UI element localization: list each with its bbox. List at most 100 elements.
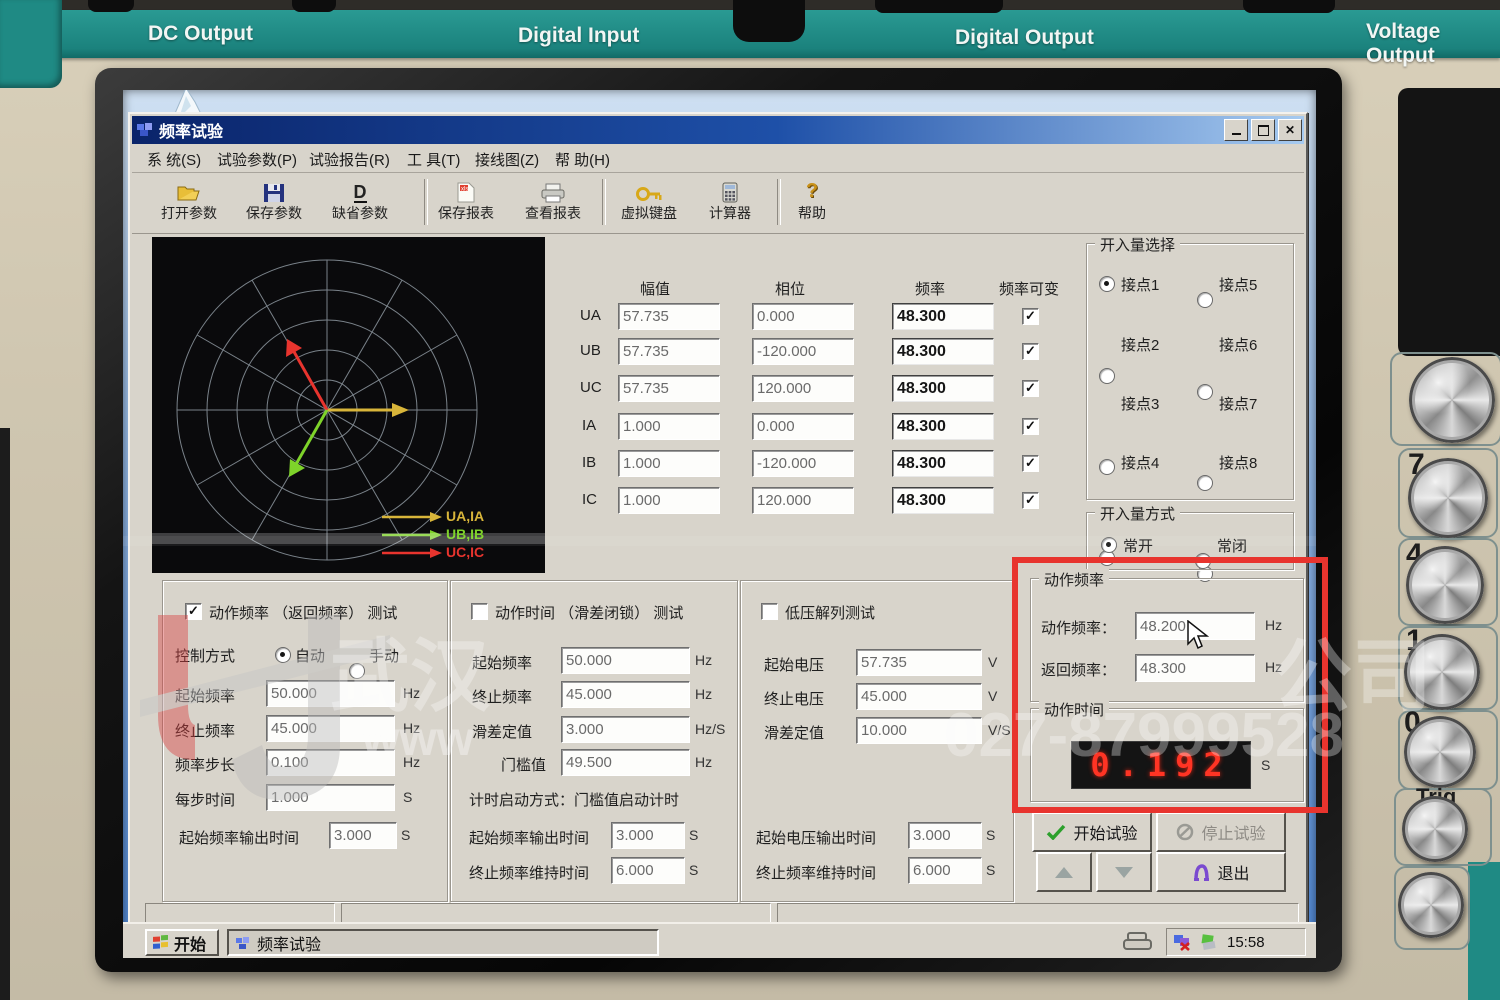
radio-contact-5[interactable] — [1197, 292, 1213, 308]
phase-field[interactable]: -120.000 — [752, 450, 854, 477]
menu-wiring-diagram[interactable]: 接线图(Z) — [475, 149, 539, 170]
threshold-field[interactable]: 49.500 — [561, 749, 690, 776]
phase-field[interactable]: 120.000 — [752, 375, 854, 402]
stop-test-button[interactable]: 停止试验 — [1156, 812, 1286, 852]
virtual-keyboard-button[interactable]: 虚拟键盘 — [611, 177, 687, 223]
phase-field[interactable]: 0.000 — [752, 303, 854, 330]
end-freq-field[interactable]: 45.000 — [266, 715, 395, 742]
radio-label-contact-7[interactable]: 接点7 — [1219, 393, 1257, 414]
frequency-field[interactable]: 48.300 — [892, 303, 994, 330]
frequency-field[interactable]: 48.300 — [892, 487, 994, 514]
close-button[interactable]: ✕ — [1278, 119, 1302, 141]
radio-label-contact-4[interactable]: 接点4 — [1121, 452, 1159, 473]
freq-variable-checkbox[interactable] — [1022, 380, 1039, 397]
open-params-button[interactable]: 打开参数 — [151, 177, 227, 223]
amplitude-field[interactable]: 57.735 — [618, 303, 720, 330]
clock[interactable]: 15:58 — [1227, 934, 1265, 951]
start-freq-output-time-field[interactable]: 3.000 — [611, 822, 685, 849]
radio-contact-7[interactable] — [1197, 475, 1213, 491]
menu-system[interactable]: 系 统(S) — [147, 149, 201, 170]
radio-normally-closed[interactable] — [1195, 553, 1211, 569]
radio-contact-1[interactable] — [1099, 276, 1115, 292]
start-voltage-output-time-field[interactable]: 3.000 — [908, 822, 982, 849]
scroll-up-button[interactable] — [1036, 852, 1092, 892]
radio-label-normally-open[interactable]: 常开 — [1123, 535, 1153, 556]
end-freq-hold-time-field[interactable]: 6.000 — [908, 857, 982, 884]
printer-tray-icon[interactable] — [1121, 931, 1155, 955]
frequency-field[interactable]: 48.300 — [892, 450, 994, 477]
exit-button[interactable]: 退出 — [1156, 852, 1286, 892]
help-button[interactable]: ? 帮助 — [774, 177, 850, 223]
menu-help[interactable]: 帮 助(H) — [555, 149, 610, 170]
radio-contact-3[interactable] — [1099, 459, 1115, 475]
phase-field[interactable]: 0.000 — [752, 413, 854, 440]
amplitude-field[interactable]: 1.000 — [618, 450, 720, 477]
radio-label-auto[interactable]: 自动 — [295, 645, 325, 666]
phase-field[interactable]: -120.000 — [752, 338, 854, 365]
save-report-button[interactable]: xls 保存报表 — [428, 177, 504, 223]
knob-button[interactable] — [1398, 872, 1464, 938]
default-params-button[interactable]: D 缺省参数 — [322, 177, 398, 223]
start-menu-button[interactable]: 开始 — [145, 929, 219, 956]
tray-network-error-icon[interactable] — [1173, 933, 1193, 951]
time-test-checkbox-label[interactable]: 动作时间 （滑差闭锁） 测试 — [495, 602, 683, 623]
maximize-button[interactable] — [1251, 119, 1275, 141]
radio-auto[interactable] — [275, 647, 291, 663]
minimize-button[interactable] — [1224, 119, 1248, 141]
freq-variable-checkbox[interactable] — [1022, 492, 1039, 509]
radio-label-manual[interactable]: 手动 — [369, 645, 399, 666]
end-freq-field[interactable]: 45.000 — [561, 681, 690, 708]
view-report-button[interactable]: 查看报表 — [515, 177, 591, 223]
freq-test-checkbox-label[interactable]: 动作频率 （返回频率） 测试 — [209, 602, 397, 623]
radio-label-contact-8[interactable]: 接点8 — [1219, 452, 1257, 473]
voltage-test-checkbox[interactable] — [761, 603, 778, 620]
menu-test-report[interactable]: 试验报告(R) — [309, 149, 390, 170]
calculator-button[interactable]: 计算器 — [692, 177, 768, 223]
knob-button-4[interactable] — [1406, 546, 1484, 624]
radio-contact-6[interactable] — [1197, 384, 1213, 400]
return-freq-field[interactable]: 48.300 — [1135, 654, 1255, 682]
amplitude-field[interactable]: 57.735 — [618, 338, 720, 365]
scroll-down-button[interactable] — [1096, 852, 1152, 892]
radio-label-contact-5[interactable]: 接点5 — [1219, 274, 1257, 295]
freq-test-checkbox[interactable] — [185, 603, 202, 620]
menu-tools[interactable]: 工 具(T) — [407, 149, 460, 170]
frequency-field[interactable]: 48.300 — [892, 413, 994, 440]
voltage-test-checkbox-label[interactable]: 低压解列测试 — [785, 602, 875, 623]
save-params-button[interactable]: 保存参数 — [236, 177, 312, 223]
knob-button-7[interactable] — [1408, 458, 1488, 538]
radio-contact-2[interactable] — [1099, 368, 1115, 384]
phase-field[interactable]: 120.000 — [752, 487, 854, 514]
task-button-frequency-test[interactable]: 频率试验 — [227, 929, 659, 956]
amplitude-field[interactable]: 57.735 — [618, 375, 720, 402]
slip-setting-field[interactable]: 10.000 — [856, 717, 982, 744]
time-test-checkbox[interactable] — [471, 603, 488, 620]
radio-label-normally-closed[interactable]: 常闭 — [1217, 535, 1247, 556]
amplitude-field[interactable]: 1.000 — [618, 487, 720, 514]
knob-button[interactable] — [1409, 357, 1495, 443]
step-time-field[interactable]: 1.000 — [266, 784, 395, 811]
freq-step-field[interactable]: 0.100 — [266, 749, 395, 776]
tray-green-icon[interactable] — [1199, 933, 1217, 951]
start-freq-output-time-field[interactable]: 3.000 — [329, 822, 397, 849]
end-voltage-field[interactable]: 45.000 — [856, 683, 982, 710]
freq-variable-checkbox[interactable] — [1022, 455, 1039, 472]
start-freq-field[interactable]: 50.000 — [266, 680, 395, 707]
frequency-field[interactable]: 48.300 — [892, 375, 994, 402]
radio-normally-open[interactable] — [1101, 537, 1117, 553]
start-voltage-field[interactable]: 57.735 — [856, 649, 982, 676]
radio-label-contact-3[interactable]: 接点3 — [1121, 393, 1159, 414]
knob-button-1[interactable] — [1404, 634, 1480, 710]
end-freq-hold-time-field[interactable]: 6.000 — [611, 857, 685, 884]
radio-label-contact-2[interactable]: 接点2 — [1121, 334, 1159, 355]
freq-variable-checkbox[interactable] — [1022, 343, 1039, 360]
radio-manual[interactable] — [349, 663, 365, 679]
amplitude-field[interactable]: 1.000 — [618, 413, 720, 440]
radio-label-contact-1[interactable]: 接点1 — [1121, 274, 1159, 295]
knob-button-0[interactable] — [1404, 716, 1476, 788]
radio-label-contact-6[interactable]: 接点6 — [1219, 334, 1257, 355]
freq-variable-checkbox[interactable] — [1022, 418, 1039, 435]
slip-setting-field[interactable]: 3.000 — [561, 716, 690, 743]
menu-test-params[interactable]: 试验参数(P) — [217, 149, 297, 170]
knob-button-trig[interactable] — [1402, 796, 1468, 862]
